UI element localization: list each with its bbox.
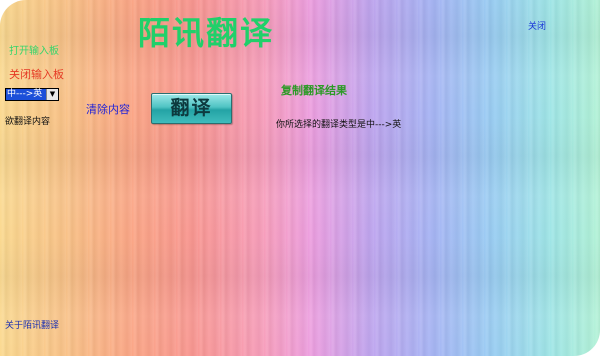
open-input-board-link[interactable]: 打开输入板 [9,42,59,57]
close-input-board-link[interactable]: 关闭输入板 [9,66,64,82]
copy-result-button[interactable]: 复制翻译结果 [281,82,347,98]
language-direction-select[interactable]: 中--->英 ▼ [5,88,59,101]
about-link[interactable]: 关于陌讯翻译 [5,318,59,331]
translation-type-label: 你所选择的翻译类型是 [276,120,367,130]
chevron-down-icon[interactable]: ▼ [46,89,58,100]
translation-type-value: 中--->英 [366,120,402,130]
translate-button[interactable]: 翻译 [151,93,232,124]
app-title: 陌讯翻译 [138,14,275,52]
app-window: 陌讯翻译 关闭 打开输入板 关闭输入板 中--->英 ▼ 欲翻译内容 清除内容 … [0,0,600,356]
clear-content-button[interactable]: 清除内容 [86,101,130,117]
close-link[interactable]: 关闭 [528,19,546,32]
source-text-label: 欲翻译内容 [5,117,51,127]
language-select-value: 中--->英 [7,89,43,99]
